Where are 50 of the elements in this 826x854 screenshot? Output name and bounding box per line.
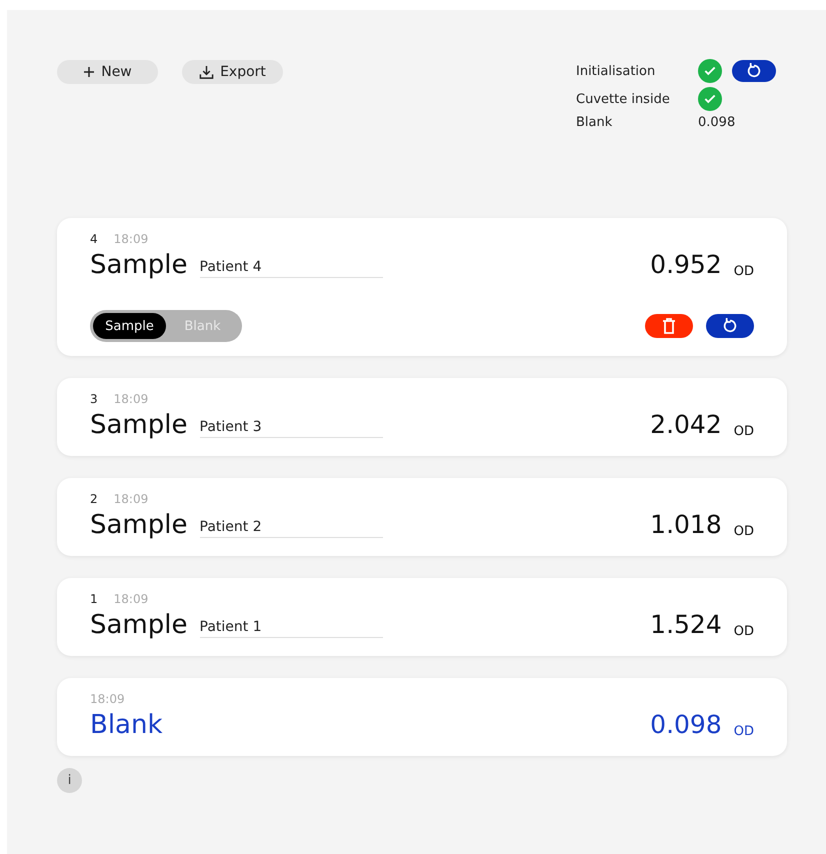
patient-field[interactable]: Patient 2 [200,519,382,538]
measurement-type: Sample [90,409,188,442]
trash-icon [662,318,676,334]
unit-label: OD [734,264,754,279]
reset-icon [746,63,762,79]
reset-button[interactable] [706,314,754,338]
unit-label: OD [734,624,754,639]
export-button[interactable]: Export [182,60,283,84]
status-label: Cuvette inside [576,92,671,106]
status-value: 0.098 [698,115,736,130]
measurement-number: 2 [90,492,98,508]
measurement-value: 1.524 [650,609,722,641]
check-icon [703,64,717,78]
measurement-type: Sample [90,509,188,542]
measurement-time: 18:09 [114,232,148,248]
measurement-time: 18:09 [114,392,148,408]
measurement-card[interactable]: 2 18:09 Sample Patient 2 1.018 OD [57,478,787,556]
unit-label: OD [734,724,754,739]
measurement-number: 4 [90,232,98,248]
status-label: Blank [576,115,614,130]
delete-button[interactable] [645,314,693,338]
measurement-type: Sample [90,249,188,282]
type-option[interactable]: Sample [93,313,166,339]
patient-field[interactable]: Patient 1 [200,619,382,638]
measurement-value: 0.098 [650,709,722,741]
measurement-number: 1 [90,592,98,608]
reset-icon [722,318,738,334]
new-button[interactable]: New [57,60,158,84]
measurement-card[interactable]: 3 18:09 Sample Patient 3 2.042 OD [57,378,787,456]
measurement-time: 18:09 [114,492,148,508]
info-button[interactable]: i [57,768,82,793]
reset-button[interactable] [732,60,776,82]
patient-field[interactable]: Patient 4 [200,259,382,278]
patient-field[interactable]: Patient 3 [200,419,382,438]
check-icon [703,92,717,106]
unit-label: OD [734,424,754,439]
measurement-number: 3 [90,392,98,408]
status-label: Initialisation [576,64,656,78]
measurement-card[interactable]: 18:09 Blank 0.098 OD [57,678,787,756]
measurement-value: 1.018 [650,509,722,541]
plus-icon [83,66,96,78]
measurement-time: 18:09 [90,692,125,708]
download-icon [199,64,214,80]
measurement-value: 0.952 [650,249,722,281]
unit-label: OD [734,524,754,539]
measurement-type: Sample [90,609,188,642]
measurement-value: 2.042 [650,409,722,441]
measurement-type: Blank [90,709,163,742]
measurement-card[interactable]: 1 18:09 Sample Patient 1 1.524 OD [57,578,787,656]
measurement-time: 18:09 [114,592,148,608]
